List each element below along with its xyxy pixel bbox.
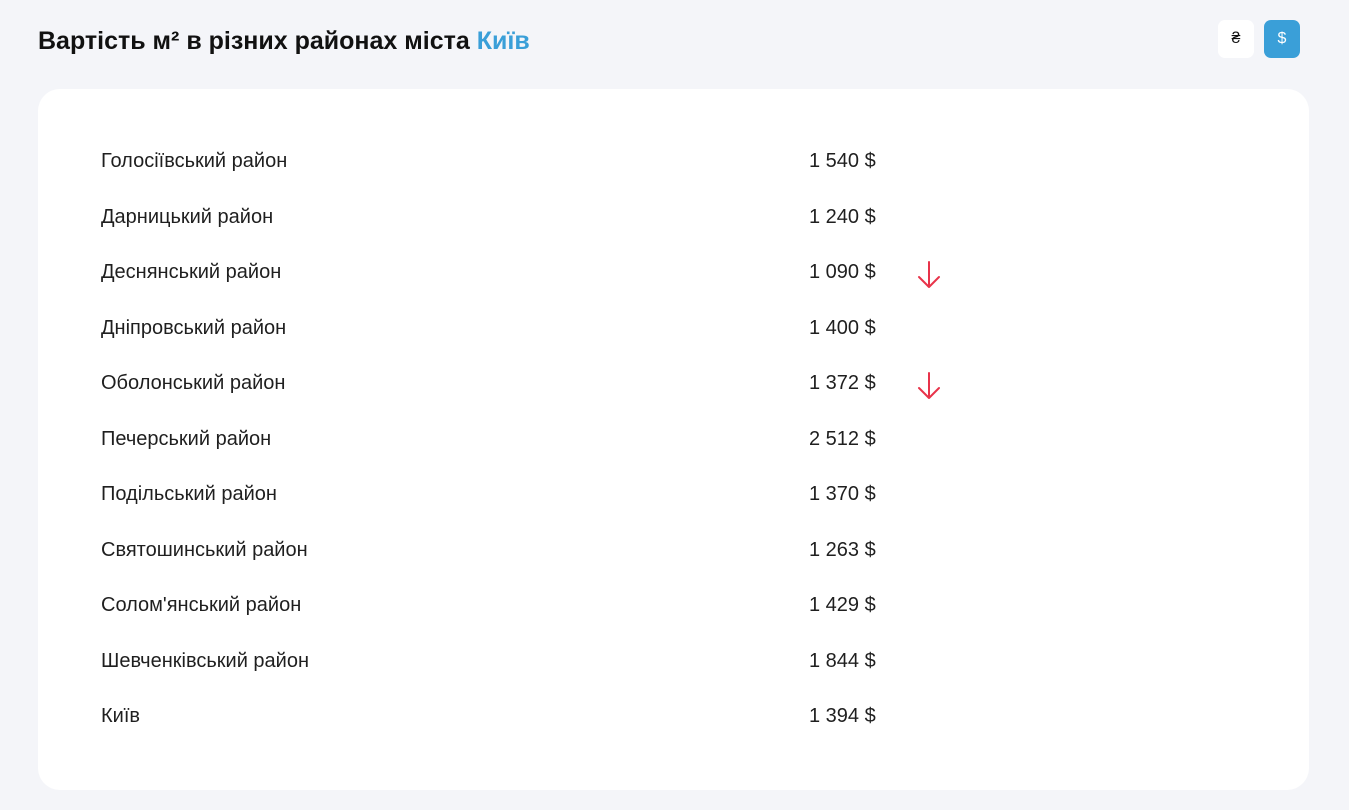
currency-usd-button[interactable]: $ [1264, 20, 1300, 58]
district-name: Київ [101, 705, 141, 727]
district-row: Солом'янський район 1 429 $ [101, 578, 1001, 634]
district-name: Голосіївський район [101, 150, 288, 172]
district-row: Дарницький район 1 240 $ [101, 190, 1001, 246]
district-price: 2 512 $ [809, 427, 876, 450]
district-price-list: Голосіївський район 1 540 $ Дарницький рай… [101, 134, 1001, 745]
district-name: Деснянський район [101, 261, 282, 283]
district-row: Подільський район 1 370 $ [101, 467, 1001, 523]
district-name: Святошинський район [101, 538, 308, 561]
prices-card: Голосіївський район 1 540 $ Дарницький рай… [38, 89, 1309, 790]
currency-uah-button[interactable]: ₴ [1218, 20, 1254, 58]
district-row: Київ 1 394 $ [101, 689, 1001, 745]
arrow-down-icon [918, 261, 940, 288]
title-text: Вартість м² в різних районах міста [38, 27, 477, 55]
district-name: Дарницький район [101, 205, 274, 228]
currency-switch: ₴ $ [1218, 20, 1300, 58]
district-name: Оболонський район [101, 372, 286, 394]
district-price: 1 844 $ [809, 649, 876, 672]
district-row: Шевченківський район 1 844 $ [101, 634, 1001, 690]
district-price: 1 370 $ [809, 483, 876, 505]
district-price: 1 372 $ [809, 372, 876, 394]
page-title: Вартість м² в різних районах міста Київ [38, 24, 1300, 58]
district-name: Дніпровський район [101, 316, 287, 339]
page-header: Вартість м² в різних районах міста Київ … [38, 20, 1300, 60]
district-row: Оболонський район 1 372 $ [101, 356, 1001, 412]
district-row: Святошинський район 1 263 $ [101, 523, 1001, 579]
district-name: Подільський район [101, 483, 277, 505]
district-price: 1 240 $ [809, 205, 876, 228]
district-name: Печерський район [101, 427, 272, 450]
district-price: 1 540 $ [809, 150, 876, 172]
district-price: 1 429 $ [809, 594, 876, 616]
district-row: Дніпровський район 1 400 $ [101, 301, 1001, 357]
district-name: Шевченківський район [101, 649, 310, 672]
city-name: Київ [476, 27, 530, 55]
district-price: 1 090 $ [809, 261, 876, 283]
district-price: 1 394 $ [809, 705, 876, 727]
district-name: Солом'янський район [101, 594, 302, 616]
district-price: 1 400 $ [809, 316, 876, 339]
district-price: 1 263 $ [809, 538, 876, 561]
arrow-down-icon [918, 372, 940, 399]
district-row: Печерський район 2 512 $ [101, 412, 1001, 468]
district-row: Деснянський район 1 090 $ [101, 245, 1001, 301]
district-row: Голосіївський район 1 540 $ [101, 134, 1001, 190]
